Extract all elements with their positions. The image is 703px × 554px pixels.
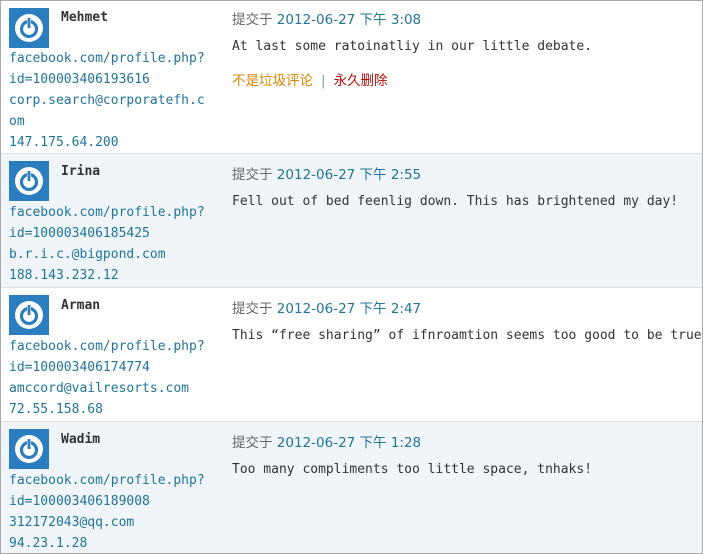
comment-date: 提交于 2012-06-27 下午 3:08 xyxy=(232,8,421,28)
comment-date: 提交于 2012-06-27 下午 2:55 xyxy=(232,163,421,183)
avatar-icon xyxy=(9,295,49,335)
avatar-icon xyxy=(9,161,49,201)
comment-datetime-link[interactable]: 2012-06-27 下午 1:28 xyxy=(277,435,421,451)
author-meta: facebook.com/profile.php? id=10000340617… xyxy=(9,336,205,420)
comment-row: Wadim facebook.com/profile.php? id=10000… xyxy=(1,422,702,553)
comment-row: Arman facebook.com/profile.php? id=10000… xyxy=(1,288,702,421)
submitted-label: 提交于 xyxy=(232,12,273,28)
author-name: Wadim xyxy=(61,432,101,447)
author-profile-link-line1[interactable]: facebook.com/profile.php? xyxy=(9,336,205,357)
avatar-icon xyxy=(9,8,49,48)
author-email-line2[interactable]: om xyxy=(9,111,205,132)
author-email[interactable]: 312172043@qq.com xyxy=(9,512,205,533)
comment-text: Fell out of bed feenlig down. This has b… xyxy=(232,194,679,209)
not-spam-link[interactable]: 不是垃圾评论 xyxy=(232,73,313,89)
author-ip[interactable]: 94.23.1.28 xyxy=(9,533,205,553)
author-profile-link-line2[interactable]: id=100003406193616 xyxy=(9,69,205,90)
action-separator: | xyxy=(321,73,326,89)
author-profile-link-line2[interactable]: id=100003406174774 xyxy=(9,357,205,378)
comment-datetime-link[interactable]: 2012-06-27 下午 2:55 xyxy=(277,167,421,183)
comment-text: This “free sharing” of ifnroamtion seems… xyxy=(232,328,702,343)
comments-list: Mehmet facebook.com/profile.php? id=1000… xyxy=(0,0,703,554)
author-ip[interactable]: 147.175.64.200 xyxy=(9,132,205,153)
author-email[interactable]: b.r.i.c.@bigpond.com xyxy=(9,244,205,265)
author-profile-link-line1[interactable]: facebook.com/profile.php? xyxy=(9,202,205,223)
comment-row: Mehmet facebook.com/profile.php? id=1000… xyxy=(1,1,702,153)
author-profile-link-line1[interactable]: facebook.com/profile.php? xyxy=(9,470,205,491)
author-email-line1[interactable]: corp.search@corporatefh.c xyxy=(9,90,205,111)
author-email[interactable]: amccord@vailresorts.com xyxy=(9,378,205,399)
submitted-label: 提交于 xyxy=(232,301,273,317)
author-meta: facebook.com/profile.php? id=10000340618… xyxy=(9,202,205,286)
comment-row: Irina facebook.com/profile.php? id=10000… xyxy=(1,154,702,287)
author-name: Irina xyxy=(61,164,101,179)
author-profile-link-line1[interactable]: facebook.com/profile.php? xyxy=(9,48,205,69)
author-ip[interactable]: 72.55.158.68 xyxy=(9,399,205,420)
submitted-label: 提交于 xyxy=(232,435,273,451)
author-name: Arman xyxy=(61,298,101,313)
author-ip[interactable]: 188.143.232.12 xyxy=(9,265,205,286)
comment-datetime-link[interactable]: 2012-06-27 下午 3:08 xyxy=(277,12,421,28)
comment-datetime-link[interactable]: 2012-06-27 下午 2:47 xyxy=(277,301,421,317)
comment-date: 提交于 2012-06-27 下午 2:47 xyxy=(232,297,421,317)
author-profile-link-line2[interactable]: id=100003406189008 xyxy=(9,491,205,512)
comment-date: 提交于 2012-06-27 下午 1:28 xyxy=(232,431,421,451)
delete-permanently-link[interactable]: 永久删除 xyxy=(334,73,388,89)
author-meta: facebook.com/profile.php? id=10000340619… xyxy=(9,48,205,153)
author-meta: facebook.com/profile.php? id=10000340618… xyxy=(9,470,205,553)
author-name: Mehmet xyxy=(61,10,108,25)
comment-text: At last some ratoinatliy in our little d… xyxy=(232,39,593,54)
submitted-label: 提交于 xyxy=(232,167,273,183)
author-profile-link-line2[interactable]: id=100003406185425 xyxy=(9,223,205,244)
avatar-icon xyxy=(9,429,49,469)
comment-text: Too many compliments too little space, t… xyxy=(232,462,593,477)
comment-actions: 不是垃圾评论 | 永久删除 xyxy=(232,69,388,89)
